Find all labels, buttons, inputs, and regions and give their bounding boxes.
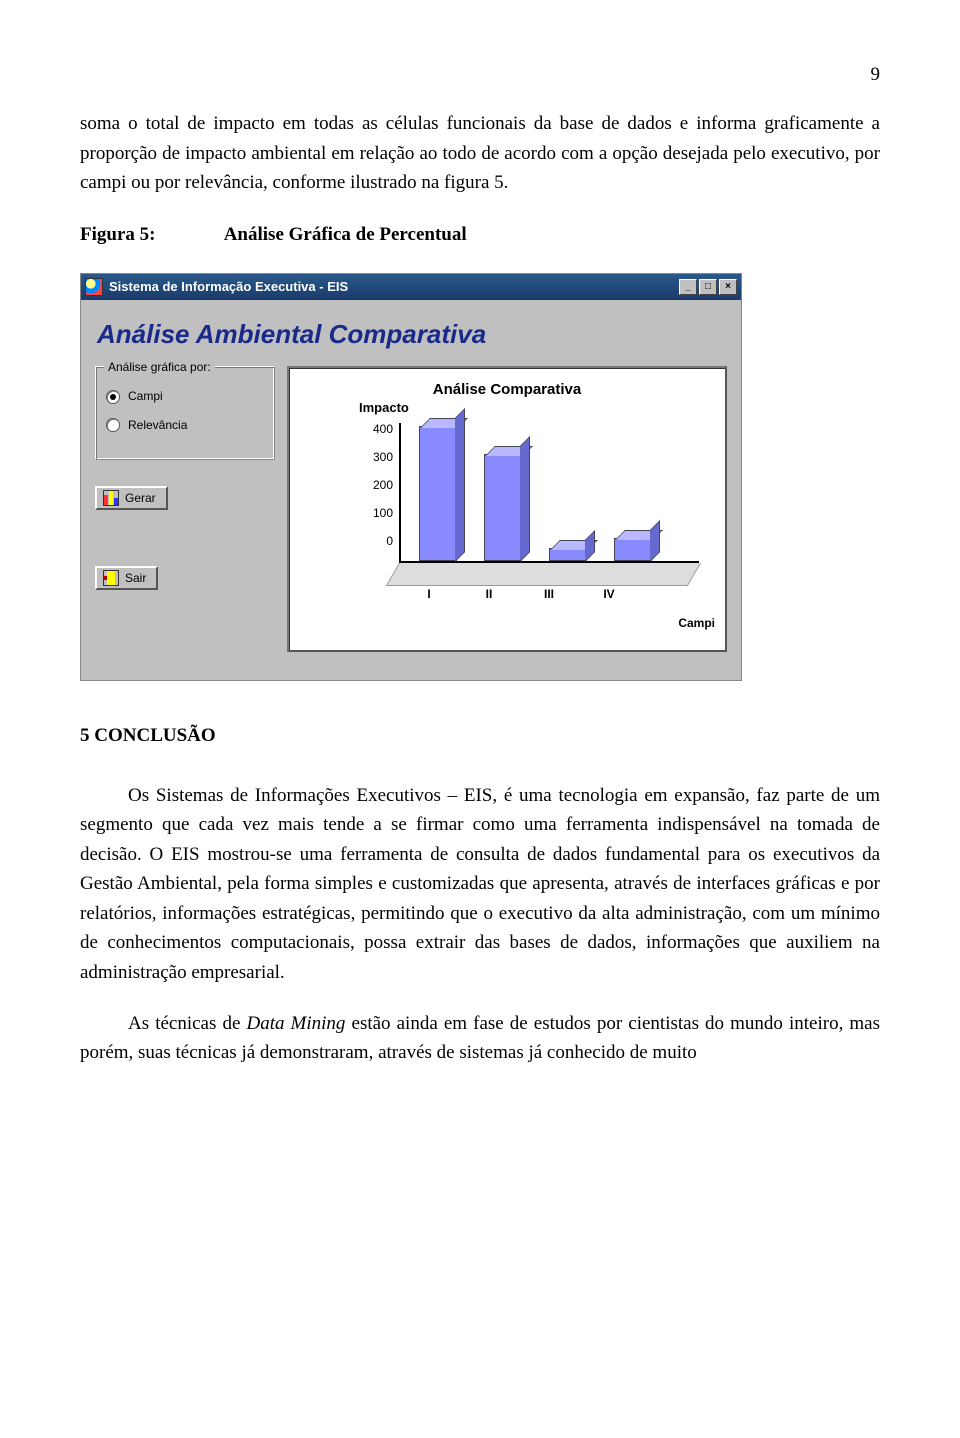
chart-xlabel: Campi [678,614,715,633]
minimize-button[interactable]: _ [679,279,697,295]
chart-icon [103,490,119,506]
bar-III [549,548,587,561]
bar-II [484,454,522,561]
titlebar[interactable]: Sistema de Informação Executiva - EIS _ … [81,274,741,300]
groupbox-analise: Análise gráfica por: Campi Relevância [95,366,275,459]
sair-button[interactable]: Sair [95,566,158,590]
chart-panel: Análise Comparativa Impacto 400 300 200 … [287,366,727,652]
xtick: II [459,585,519,604]
radio-dot-icon [106,418,120,432]
chart-floor [386,563,701,586]
bar-IV [614,538,652,561]
paragraph-conclusion-1: Os Sistemas de Informações Executivos – … [80,781,880,987]
figure-label: Figura 5: [80,220,220,249]
xtick: IV [579,585,639,604]
radio-relevancia-label: Relevância [128,416,187,435]
chart-ylabel: Impacto [359,398,409,418]
p3-pre: As técnicas de [128,1013,246,1034]
client-area: Análise Ambiental Comparativa Análise gr… [81,300,741,680]
xtick: III [519,585,579,604]
maximize-button[interactable]: □ [699,279,717,295]
app-heading: Análise Ambiental Comparativa [97,314,727,354]
ytick: 100 [359,504,393,532]
xtick: I [399,585,459,604]
sidebar: Análise gráfica por: Campi Relevância Ge… [95,366,275,652]
ytick: 0 [359,532,393,560]
figure-caption: Figura 5: Análise Gráfica de Percentual [80,220,880,249]
chart-xticks: I II III IV [399,585,699,604]
radio-relevancia[interactable]: Relevância [106,416,264,435]
groupbox-legend: Análise gráfica por: [104,358,215,377]
ytick: 200 [359,476,393,504]
chart-plot: I II III IV [399,423,699,583]
y-axis-line [399,423,401,563]
radio-campi[interactable]: Campi [106,387,264,406]
sair-button-label: Sair [125,571,146,585]
app-icon [85,278,103,296]
gerar-button[interactable]: Gerar [95,486,168,510]
paragraph-intro: soma o total de impacto em todas as célu… [80,109,880,197]
ytick: 300 [359,448,393,476]
radio-campi-label: Campi [128,387,163,406]
bar-I [419,426,457,561]
app-window: Sistema de Informação Executiva - EIS _ … [80,273,742,681]
p3-em: Data Mining [246,1013,345,1034]
exit-icon [103,570,119,586]
close-button[interactable]: × [719,279,737,295]
gerar-button-label: Gerar [125,491,156,505]
section-heading: 5 CONCLUSÃO [80,721,880,750]
figure-title: Análise Gráfica de Percentual [224,224,467,245]
page-number: 9 [80,60,880,89]
paragraph-conclusion-2: As técnicas de Data Mining estão ainda e… [80,1009,880,1068]
window-title: Sistema de Informação Executiva - EIS [109,277,677,297]
ytick: 400 [359,420,393,448]
radio-dot-icon [106,390,120,404]
chart-yticks: 400 300 200 100 0 [359,420,393,560]
